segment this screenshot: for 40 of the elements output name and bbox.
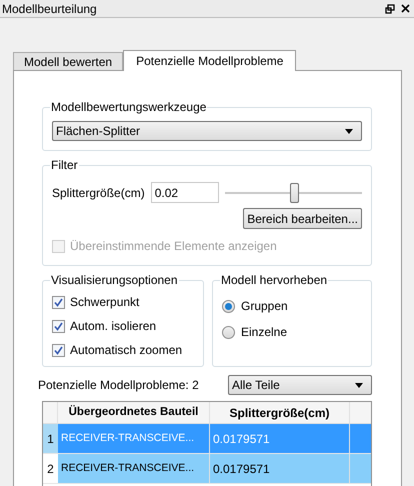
row-number: 1 (43, 424, 58, 453)
tab[interactable]: Potenzielle Modellprobleme (123, 50, 296, 71)
row-number: 2 (43, 454, 58, 483)
radio-label: Gruppen (241, 298, 288, 315)
group-title: Visualisierungsoptionen (50, 273, 179, 287)
table-row[interactable]: 2 RECEIVER-TRANSCEIVE... 0.0179571 (43, 454, 371, 484)
checkbox-label: Autom. isolieren (70, 318, 156, 335)
close-icon[interactable] (401, 4, 410, 13)
table-cell: RECEIVER-TRANSCEIVE... (58, 454, 210, 483)
radio-label: Einzelne (241, 324, 288, 341)
group-title: Modellbewertungswerkzeuge (50, 100, 208, 114)
group-title: Filter (50, 158, 79, 172)
checkbox-label: Automatisch zoomen (70, 342, 182, 359)
table-cell: 0.0179571 (210, 454, 350, 483)
table-cell: 0.0179571 (210, 424, 350, 453)
group-title: Modell hervorheben (220, 273, 328, 287)
radio-button[interactable] (222, 300, 235, 312)
splitter-size-field[interactable]: 0.02 (150, 182, 220, 203)
caret-icon (355, 382, 363, 388)
checkbox-label: Übereinstimmende Elemente anzeigen (70, 238, 277, 255)
checkbox-label: Schwerpunkt (70, 294, 140, 311)
tool-dropdown[interactable]: Flächen-Splitter (52, 121, 362, 141)
edit-range-button[interactable]: Bereich bearbeiten... (243, 208, 362, 229)
tab[interactable]: Modell bewerten (13, 52, 124, 70)
parts-dropdown[interactable]: Alle Teile (228, 375, 372, 395)
slider-track[interactable] (225, 182, 362, 202)
checkbox[interactable] (52, 320, 65, 332)
column-header[interactable]: Übergeordnetes Bauteil (58, 402, 210, 423)
table-row[interactable]: 1 RECEIVER-TRANSCEIVE... 0.0179571 (43, 424, 371, 454)
caret-icon (345, 128, 353, 134)
checkbox[interactable] (52, 344, 65, 356)
column-header[interactable]: Splittergröße(cm) (210, 402, 350, 423)
field-label: Splittergröße(cm) (52, 184, 145, 202)
restore-icon[interactable] (385, 4, 395, 14)
radio-button[interactable] (222, 326, 235, 338)
table-cell: RECEIVER-TRANSCEIVE... (58, 424, 210, 453)
slider-thumb[interactable] (290, 182, 299, 202)
window-title: Modellbeurteilung (2, 0, 97, 18)
checkbox[interactable] (52, 296, 65, 308)
problem-count: Potenzielle Modellprobleme: 2 (38, 377, 199, 394)
